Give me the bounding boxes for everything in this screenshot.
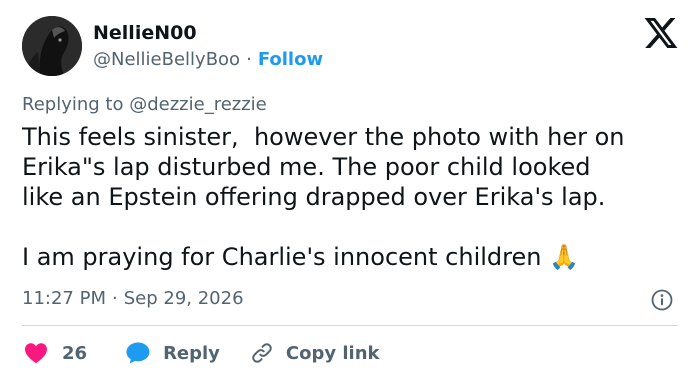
copy-link-button[interactable]: Copy link xyxy=(250,341,380,365)
tweet-last-line: I am praying for Charlie's innocent chil… xyxy=(22,242,682,272)
link-icon xyxy=(252,343,272,363)
follow-button[interactable]: Follow xyxy=(258,49,323,70)
tweet-line: like an Epstein offering drapped over Er… xyxy=(22,183,606,211)
author-handle[interactable]: @NellieBellyBoo xyxy=(93,49,240,70)
like-button[interactable]: 26 xyxy=(24,342,125,364)
avatar[interactable] xyxy=(22,16,82,76)
tweet-line: This feels sinister, however the photo w… xyxy=(22,123,625,151)
praying-hands-emoji: 🙏 xyxy=(549,243,579,271)
avatar-image xyxy=(22,16,82,76)
tweet-date: Sep 29, 2026 xyxy=(123,288,244,309)
replying-to-prefix: Replying to xyxy=(22,94,124,115)
timestamp-separator: · xyxy=(111,288,118,309)
reply-label: Reply xyxy=(163,342,220,364)
info-icon[interactable] xyxy=(651,289,673,311)
heart-icon xyxy=(25,343,47,364)
tweet-text: This feels sinister, however the photo w… xyxy=(22,122,682,272)
x-logo-icon[interactable] xyxy=(644,18,678,48)
divider xyxy=(22,325,678,326)
tweet-time: 11:27 PM xyxy=(22,288,106,309)
handle-separator: · xyxy=(246,49,252,70)
tweet-timestamp[interactable]: 11:27 PM · Sep 29, 2026 xyxy=(22,288,244,309)
replying-to-mention[interactable]: @dezzie_rezzie xyxy=(129,94,267,115)
replying-to: Replying to @dezzie_rezzie xyxy=(22,94,267,115)
reply-bubble-icon xyxy=(126,342,150,364)
action-bar: 26 Reply Copy link xyxy=(24,340,380,366)
tweet-line: Erika"s lap disturbed me. The poor child… xyxy=(22,153,591,181)
copy-link-label: Copy link xyxy=(285,342,380,364)
author-display-name[interactable]: NellieN00 xyxy=(93,22,197,44)
reply-button[interactable]: Reply xyxy=(125,341,250,365)
author-handle-row: @NellieBellyBoo · Follow xyxy=(93,49,323,70)
tweet-paragraph-break xyxy=(22,212,682,242)
like-count: 26 xyxy=(62,342,88,364)
tweet-line: I am praying for Charlie's innocent chil… xyxy=(22,243,542,271)
